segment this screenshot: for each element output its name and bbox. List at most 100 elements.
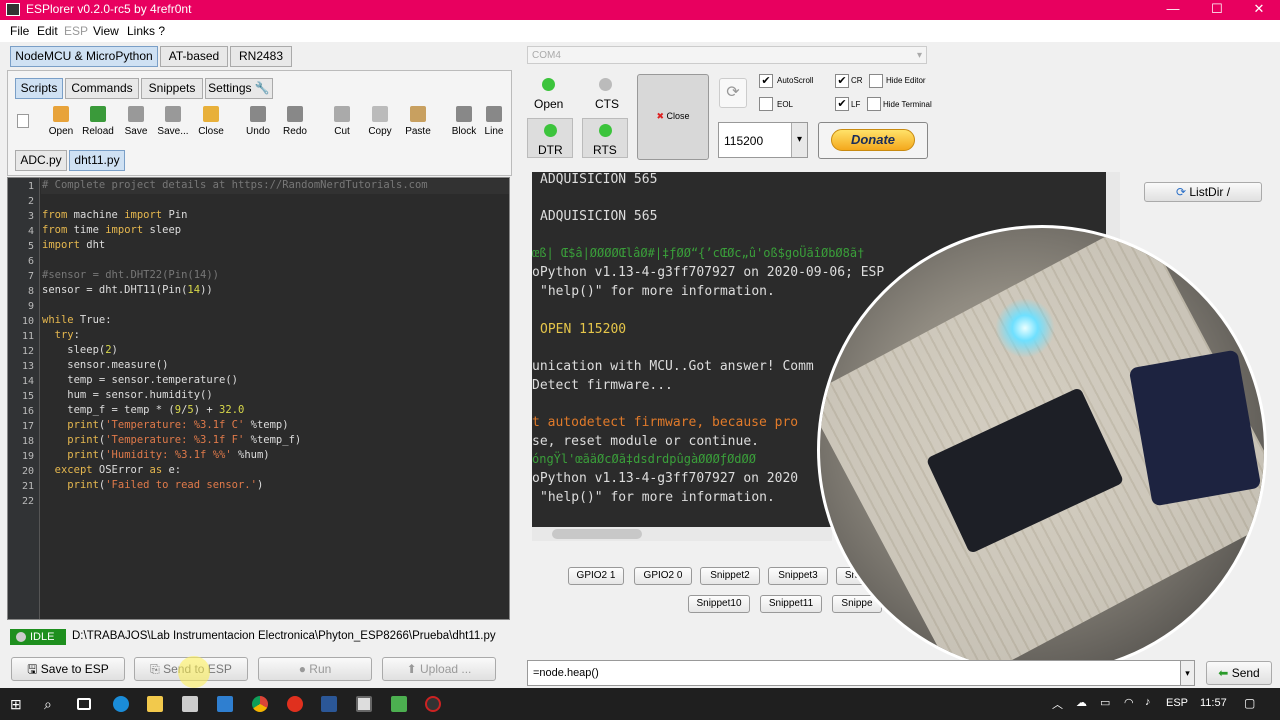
cr-label: CR	[851, 76, 863, 85]
upload-button[interactable]: ⬆ Upload ...	[382, 657, 496, 681]
line-number: 17	[21, 421, 34, 432]
tray-chevron-icon[interactable]: ︿	[1052, 696, 1063, 712]
hide-editor-checkbox[interactable]	[869, 74, 883, 88]
command-input[interactable]: =node.heap() ▾	[527, 660, 1195, 686]
cts-label: CTS	[595, 97, 619, 111]
maximize-button[interactable]: ☐	[1194, 0, 1240, 20]
windows-start-icon[interactable]: ⊞	[10, 696, 26, 712]
minimize-button[interactable]: —	[1150, 0, 1196, 20]
code-line-3: from machine import Pin	[42, 209, 188, 221]
refresh-icon[interactable]: ⟳	[719, 78, 747, 108]
line-number: 6	[27, 256, 34, 267]
code-line-19: print('Humidity: %3.1f %%' %hum)	[67, 449, 270, 461]
donate-label: Donate	[831, 129, 915, 151]
menu-esp[interactable]: ESP	[64, 24, 88, 38]
donate-button[interactable]: Donate	[818, 122, 928, 159]
status-bar: IDLE D:\TRABAJOS\Lab Instrumentacion Ele…	[7, 627, 512, 647]
listdir-button[interactable]: ⟳ ListDir /	[1144, 182, 1262, 202]
snippet-11[interactable]: Snippet11	[760, 595, 822, 613]
opera-icon[interactable]	[287, 696, 303, 712]
send-to-esp-icon: ⎘	[150, 662, 160, 676]
save-as-icon	[165, 106, 181, 122]
dtr-toggle[interactable]: DTR	[527, 118, 573, 158]
line-number: 18	[21, 436, 34, 447]
tab-scripts[interactable]: Scripts	[15, 78, 63, 99]
onedrive-icon[interactable]: ☁	[1076, 696, 1087, 709]
copy-icon	[372, 106, 388, 122]
dtr-led-icon	[544, 124, 557, 137]
snippet-10[interactable]: Snippet10	[688, 595, 750, 613]
rts-led-icon	[599, 124, 612, 137]
menu-file[interactable]: File	[10, 24, 29, 38]
autoscroll-label: AutoScroll	[777, 76, 814, 85]
file-explorer-icon[interactable]	[147, 696, 163, 712]
terminal-h-scrollbar[interactable]	[532, 527, 832, 541]
close-window-button[interactable]: ✕	[1236, 0, 1280, 20]
network-icon[interactable]: ▭	[1100, 696, 1110, 709]
notifications-icon[interactable]: ▢	[1244, 696, 1255, 710]
tab-snippets[interactable]: Snippets	[141, 78, 203, 99]
cr-checkbox[interactable]: ✔	[835, 74, 849, 88]
baud-chevron-icon: ▾	[791, 123, 807, 157]
code-editor[interactable]: 1 2 3 4 5 6 7 8 9 10 11 12 13 14 15 16 17 18 19 20 21 22 # Co…	[7, 177, 510, 620]
snippet-gpio2-1[interactable]: GPIO2 1	[568, 567, 624, 585]
menu-view[interactable]: View	[93, 24, 119, 38]
recorder-icon[interactable]	[425, 696, 441, 712]
toolbar-paste[interactable]: Paste	[395, 106, 441, 137]
tab-nodemcu[interactable]: NodeMCU & MicroPython	[10, 46, 158, 67]
snippet-gpio2-0[interactable]: GPIO2 0	[634, 567, 692, 585]
tab-rn2483[interactable]: RN2483	[230, 46, 292, 67]
taskbar: ⊞ ⌕ ︿ ☁ ▭ ◠ ♪ ESP 11:57 ▢	[0, 688, 1280, 720]
toolbar-close[interactable]: Close	[188, 106, 234, 137]
autoscroll-checkbox[interactable]: ✔	[759, 74, 773, 88]
code-line-14: temp = sensor.temperature()	[42, 374, 238, 386]
menu-edit[interactable]: Edit	[37, 24, 58, 38]
toolbar-redo[interactable]: Redo	[272, 106, 318, 137]
block-icon	[456, 106, 472, 122]
port-select[interactable]: COM4 ▾	[527, 46, 927, 64]
baud-select[interactable]: 115200 ▾	[718, 122, 808, 158]
esplorer-task-icon[interactable]	[356, 696, 372, 712]
cursor-highlight	[178, 656, 210, 688]
command-history-icon[interactable]: ▾	[1180, 661, 1194, 685]
tab-settings[interactable]: Settings 🔧	[205, 78, 273, 99]
toolbar-line-label: Line	[484, 126, 504, 137]
menu-links[interactable]: Links ?	[127, 24, 165, 38]
command-value: =node.heap()	[533, 667, 599, 679]
rts-label: RTS	[593, 143, 617, 157]
send-command-button[interactable]: ⬅ Send	[1206, 661, 1272, 685]
file-tab-dht11[interactable]: dht11.py	[69, 150, 125, 171]
close-port-button[interactable]: ✖ Close	[637, 74, 709, 160]
search-icon[interactable]: ⌕	[44, 696, 60, 712]
open-label: Open	[534, 97, 564, 111]
wifi-icon[interactable]: ◠	[1124, 696, 1134, 709]
line-number: 2	[27, 196, 34, 207]
android-app-icon[interactable]	[391, 696, 407, 712]
line-number: 3	[27, 211, 34, 222]
clock[interactable]: 11:57	[1200, 697, 1227, 709]
run-button[interactable]: ● Run	[258, 657, 372, 681]
new-file-icon[interactable]	[17, 114, 29, 128]
task-view-icon[interactable]	[77, 698, 91, 710]
hide-terminal-checkbox[interactable]	[867, 97, 881, 111]
snippet-3[interactable]: Snippet3	[768, 567, 828, 585]
chrome-icon[interactable]	[252, 696, 268, 712]
word-icon[interactable]	[321, 696, 337, 712]
eol-checkbox[interactable]	[759, 97, 773, 111]
edge-icon[interactable]	[113, 696, 129, 712]
store-icon[interactable]	[182, 696, 198, 712]
file-tab-adc[interactable]: ADC.py	[15, 150, 67, 171]
rts-toggle[interactable]: RTS	[582, 118, 628, 158]
volume-icon[interactable]: ♪	[1145, 696, 1151, 708]
open-port-button[interactable]: Open	[527, 72, 571, 116]
tab-at-based[interactable]: AT-based	[160, 46, 228, 67]
lf-checkbox[interactable]: ✔	[835, 97, 849, 111]
h-scroll-thumb[interactable]	[552, 529, 642, 539]
toolbar-line[interactable]: Line	[479, 106, 509, 137]
input-language[interactable]: ESP	[1166, 697, 1188, 709]
save-to-esp-button[interactable]: 🖫 Save to ESP	[11, 657, 125, 681]
snippet-2[interactable]: Snippet2	[700, 567, 760, 585]
tab-commands[interactable]: Commands	[65, 78, 139, 99]
line-number: 21	[21, 481, 34, 492]
mail-icon[interactable]	[217, 696, 233, 712]
